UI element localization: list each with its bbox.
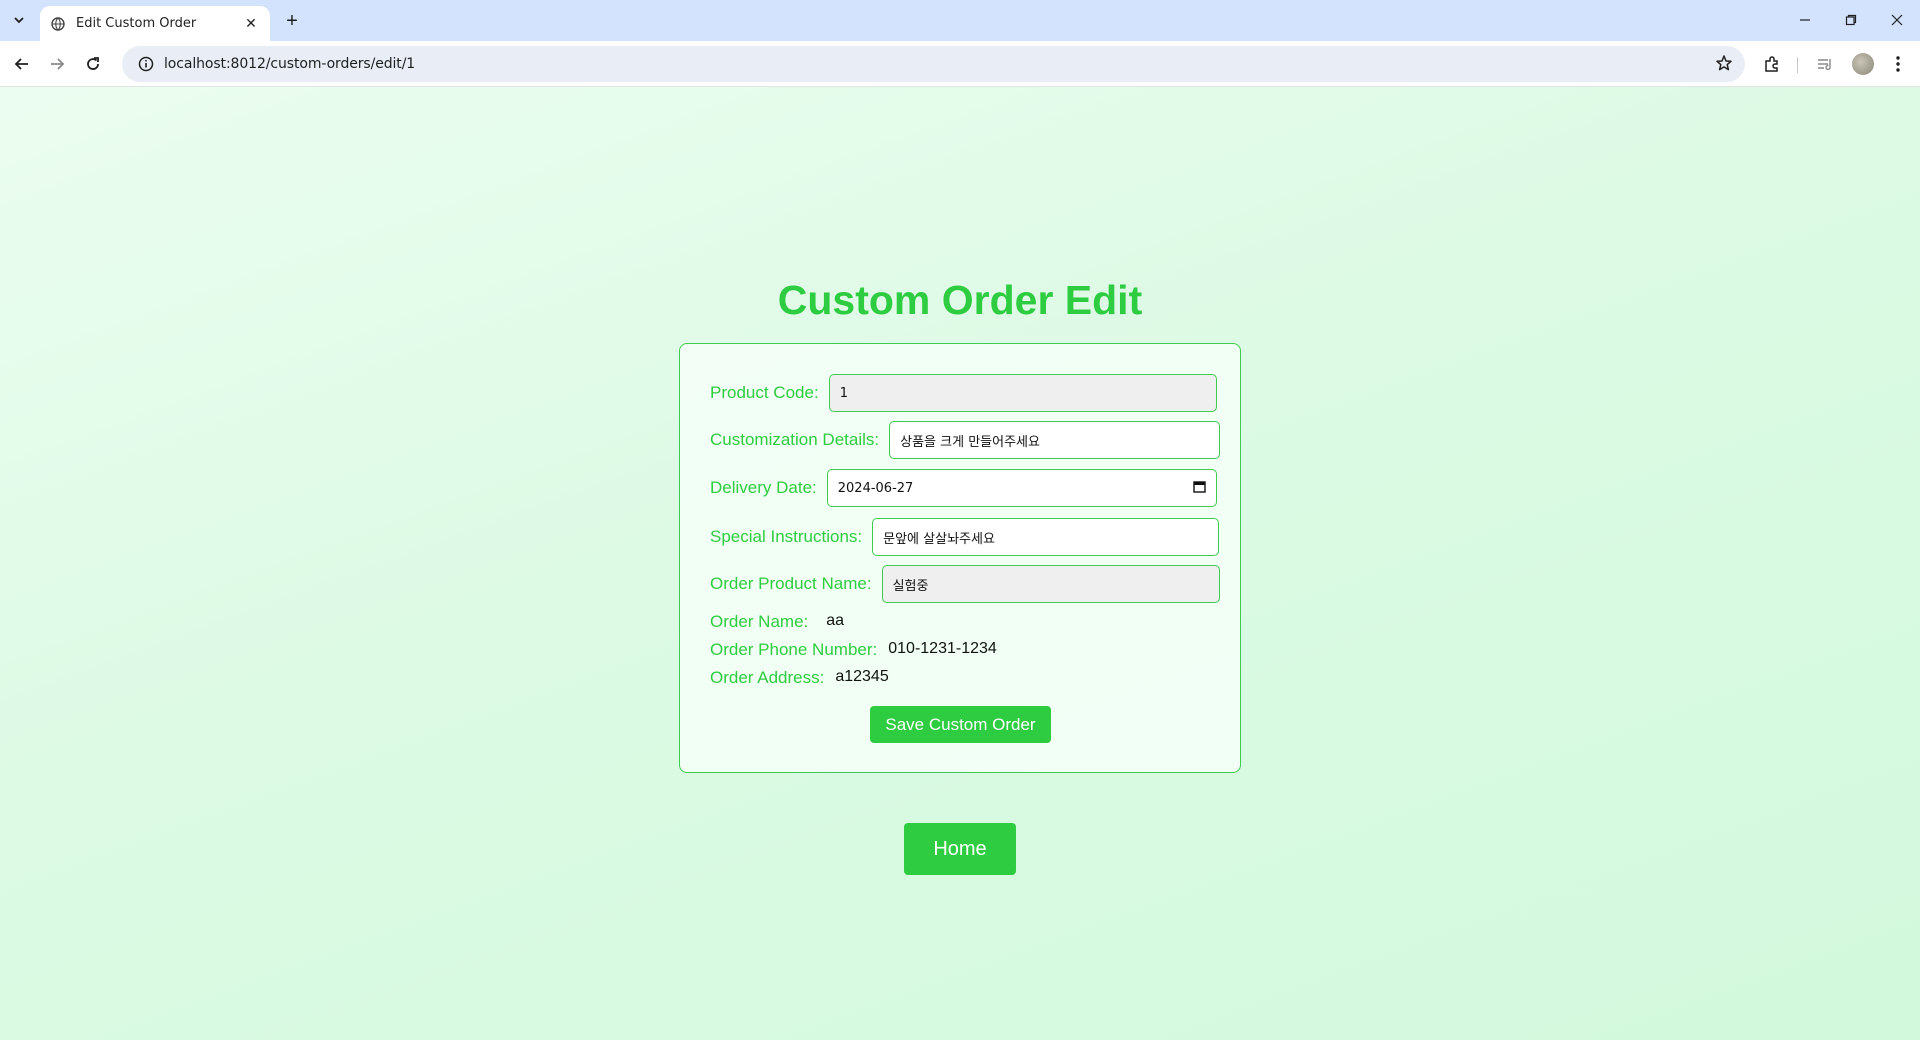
- product-name-label: Order Product Name:: [710, 574, 872, 593]
- product-name-row: Order Product Name: 실험중: [710, 565, 1220, 603]
- home-button[interactable]: Home: [904, 823, 1016, 875]
- toolbar-divider: [1797, 57, 1798, 73]
- info-icon[interactable]: [128, 56, 164, 72]
- tab-title: Edit Custom Order: [76, 16, 197, 31]
- browser-tab[interactable]: Edit Custom Order ✕: [40, 6, 270, 41]
- edit-order-form: Product Code: 1 Customization Details: 상…: [679, 343, 1241, 773]
- special-instructions-field[interactable]: 문앞에 살살놔주세요: [872, 518, 1220, 556]
- order-phone-label: Order Phone Number:: [710, 640, 878, 659]
- product-code-label: Product Code:: [710, 383, 819, 402]
- order-phone-row: Order Phone Number: 010-1231-1234: [710, 640, 997, 660]
- minimize-icon[interactable]: [1782, 0, 1828, 40]
- globe-icon: [50, 16, 66, 32]
- product-name-field[interactable]: 실험중: [881, 565, 1220, 603]
- order-name-label: Order Name:: [710, 612, 809, 631]
- calendar-icon[interactable]: [1193, 480, 1206, 497]
- customization-row: Customization Details: 상품을 크게 만들어주세요: [710, 421, 1221, 459]
- star-icon[interactable]: [1715, 54, 1733, 77]
- order-address-row: Order Address: a12345: [710, 668, 889, 688]
- window-close-icon[interactable]: [1874, 0, 1920, 40]
- tab-search-button[interactable]: [6, 8, 32, 32]
- delivery-date-label: Delivery Date:: [710, 478, 817, 497]
- forward-icon[interactable]: [43, 50, 71, 78]
- customization-label: Customization Details:: [710, 430, 880, 449]
- delivery-date-row: Delivery Date: 2024-06-27: [710, 469, 1217, 507]
- back-icon[interactable]: [8, 50, 36, 78]
- page-title: Custom Order Edit: [777, 277, 1143, 323]
- order-name-row: Order Name: aa: [710, 612, 844, 632]
- delivery-date-value: 2024-06-27: [837, 480, 914, 496]
- chevron-down-icon: [14, 17, 24, 24]
- restore-icon[interactable]: [1828, 0, 1874, 40]
- new-tab-plus-icon[interactable]: +: [280, 9, 304, 33]
- product-code-field[interactable]: 1: [828, 374, 1217, 412]
- special-instructions-row: Special Instructions: 문앞에 살살놔주세요: [710, 518, 1220, 556]
- save-custom-order-button[interactable]: Save Custom Order: [870, 706, 1051, 743]
- profile-avatar[interactable]: [1852, 53, 1874, 75]
- browser-toolbar: localhost:8012/custom-orders/edit/1: [0, 41, 1920, 87]
- delivery-date-field[interactable]: 2024-06-27: [826, 469, 1217, 507]
- order-phone-value: 010-1231-1234: [888, 640, 997, 657]
- close-icon[interactable]: ✕: [242, 15, 260, 33]
- address-bar[interactable]: localhost:8012/custom-orders/edit/1: [122, 46, 1745, 82]
- reload-icon[interactable]: [79, 50, 107, 78]
- special-instructions-label: Special Instructions:: [710, 527, 863, 546]
- product-code-row: Product Code: 1: [710, 374, 1217, 412]
- tab-strip: Edit Custom Order ✕ +: [0, 0, 1920, 41]
- order-name-value: aa: [826, 612, 845, 629]
- extensions-icon[interactable]: [1758, 50, 1786, 78]
- url-text: localhost:8012/custom-orders/edit/1: [164, 56, 416, 72]
- order-address-value: a12345: [835, 668, 889, 685]
- menu-kebab-icon[interactable]: [1884, 50, 1912, 78]
- customization-field[interactable]: 상품을 크게 만들어주세요: [889, 421, 1221, 459]
- page-content: Custom Order Edit Product Code: 1 Custom…: [0, 87, 1920, 1040]
- order-address-label: Order Address:: [710, 668, 825, 687]
- reading-list-icon[interactable]: [1811, 50, 1839, 78]
